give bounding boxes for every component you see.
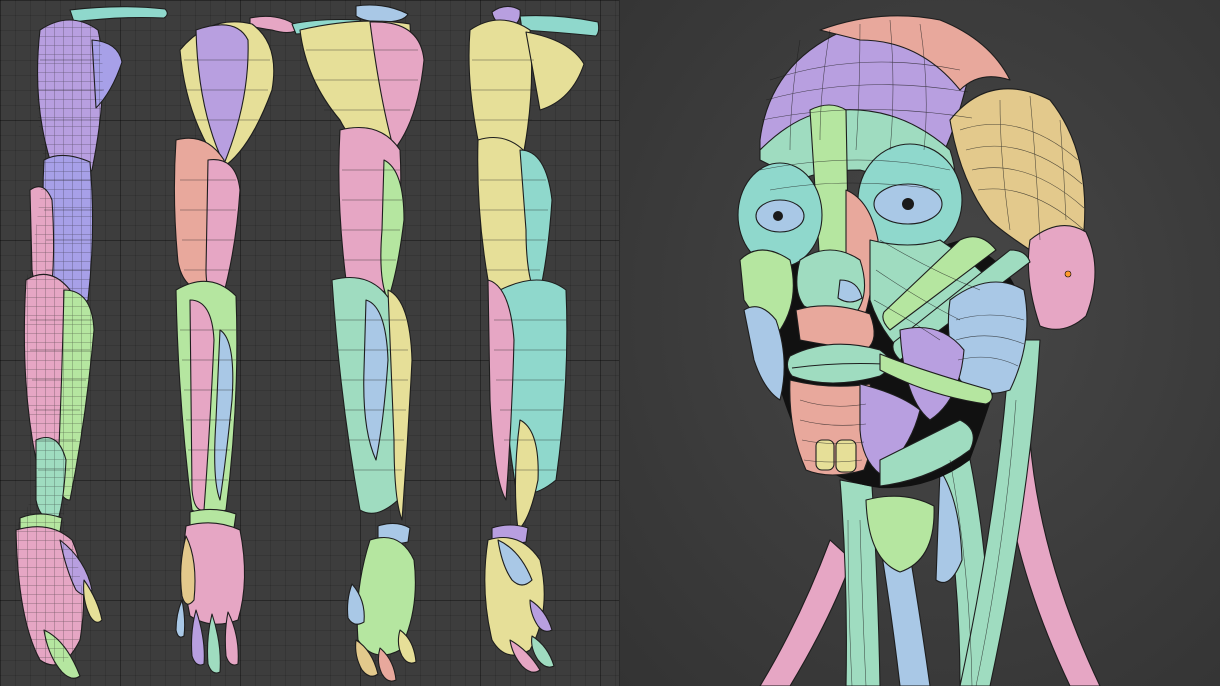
- forearm-pink-4: [487, 279, 515, 501]
- origin-dot-icon: [1064, 270, 1072, 278]
- deltoid-back-4: [525, 31, 585, 111]
- teeth: [815, 439, 857, 473]
- eye-left-ring: [737, 162, 823, 268]
- finger-3c: [397, 629, 417, 664]
- eye-icon: [773, 211, 783, 221]
- eye-icon: [902, 198, 914, 210]
- triceps-2: [205, 159, 241, 301]
- viewport-arm-orthographic[interactable]: [0, 0, 620, 686]
- ear: [1027, 225, 1096, 330]
- arm-view-2[interactable]: [173, 15, 301, 674]
- neck-strand-pink-left: [759, 539, 853, 686]
- mesh-overlay-1: [16, 20, 103, 665]
- blender-ui: [0, 0, 1220, 686]
- masseter-blue: [947, 281, 1028, 394]
- arm-view-1[interactable]: [14, 6, 174, 684]
- arm-views: [14, 4, 600, 684]
- arm-view-4[interactable]: [468, 5, 600, 673]
- clavicle-knob-3: [355, 4, 409, 23]
- finger-1a: [83, 579, 103, 623]
- head-model: [737, 15, 1101, 686]
- arm-view-3[interactable]: [291, 4, 425, 682]
- finger-2d: [175, 599, 186, 638]
- viewport-head-perspective[interactable]: [620, 0, 1220, 686]
- nose: [796, 249, 866, 315]
- collarbone-rod: [69, 6, 168, 23]
